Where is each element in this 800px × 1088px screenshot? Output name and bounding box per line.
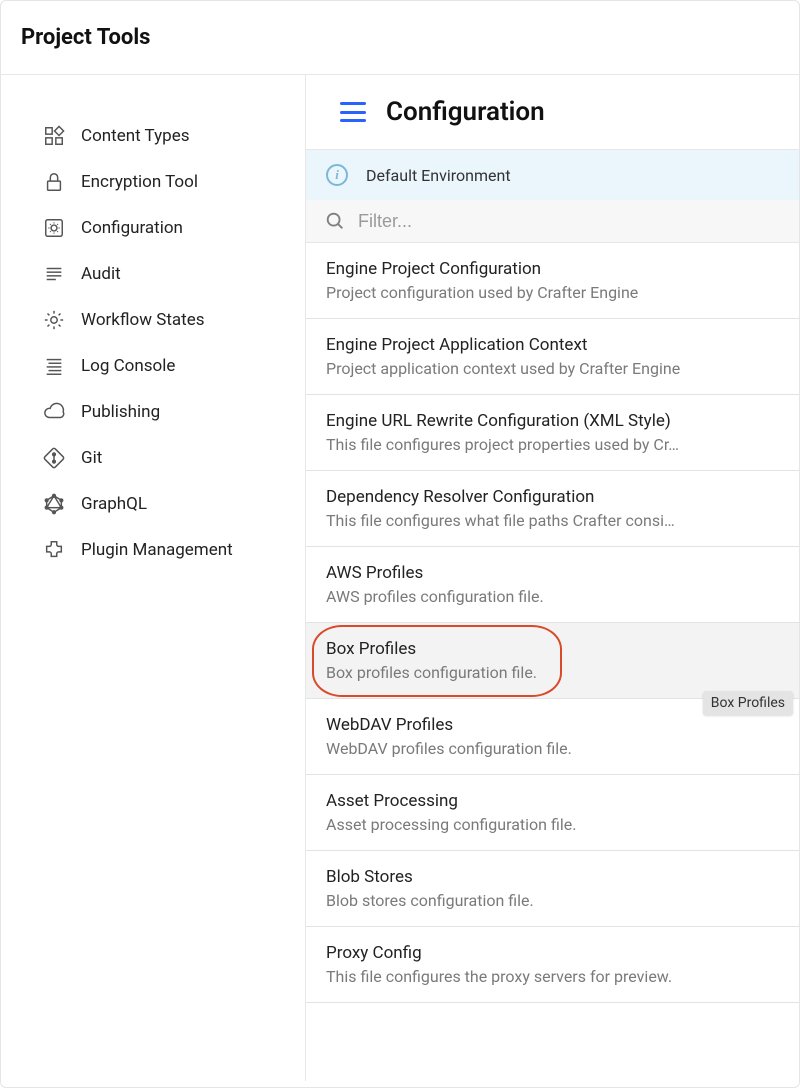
sidebar-item-publishing[interactable]: Publishing — [1, 389, 305, 435]
main-title: Configuration — [386, 97, 545, 127]
app-frame: Project Tools Content Types Encryption T… — [0, 0, 800, 1088]
config-list[interactable]: Engine Project Configuration Project conf… — [306, 243, 799, 1081]
log-icon — [43, 355, 65, 377]
lock-icon — [43, 171, 65, 193]
filter-input[interactable] — [358, 211, 781, 232]
environment-banner: i Default Environment — [306, 150, 799, 200]
menu-icon[interactable] — [340, 102, 366, 122]
sidebar-item-log-console[interactable]: Log Console — [1, 343, 305, 389]
sidebar-item-label: Configuration — [81, 218, 183, 238]
config-item-desc: Asset processing configuration file. — [326, 815, 779, 834]
sidebar-item-configuration[interactable]: Configuration — [1, 205, 305, 251]
config-item-desc: Project application context used by Craf… — [326, 359, 779, 378]
config-item-title: Engine Project Configuration — [326, 259, 779, 279]
config-item-title: Asset Processing — [326, 791, 779, 811]
config-list-item[interactable]: Proxy Config This file configures the pro… — [306, 927, 799, 1003]
sidebar-item-graphql[interactable]: GraphQL — [1, 481, 305, 527]
graphql-icon — [43, 493, 65, 515]
config-item-title: Dependency Resolver Configuration — [326, 487, 779, 507]
config-item-title: Engine URL Rewrite Configuration (XML St… — [326, 411, 779, 431]
config-item-title: Proxy Config — [326, 943, 779, 963]
config-item-title: AWS Profiles — [326, 563, 779, 583]
config-item-desc: AWS profiles configuration file. — [326, 587, 779, 606]
info-icon: i — [326, 164, 348, 186]
search-icon — [324, 210, 346, 232]
sidebar-item-label: Audit — [81, 264, 121, 284]
sidebar-item-audit[interactable]: Audit — [1, 251, 305, 297]
config-icon — [43, 217, 65, 239]
config-item-title: Engine Project Application Context — [326, 335, 779, 355]
filter-row — [306, 200, 799, 243]
plugin-icon — [43, 539, 65, 561]
main-panel: Configuration i Default Environment Engi… — [306, 75, 799, 1081]
sidebar-item-workflow-states[interactable]: Workflow States — [1, 297, 305, 343]
config-item-title: Box Profiles — [326, 639, 779, 659]
lines-icon — [43, 263, 65, 285]
config-list-item[interactable]: Engine URL Rewrite Configuration (XML St… — [306, 395, 799, 471]
sidebar-item-label: Log Console — [81, 356, 175, 376]
config-item-desc: Blob stores configuration file. — [326, 891, 779, 910]
config-item-title: Blob Stores — [326, 867, 779, 887]
main-header: Configuration — [306, 75, 799, 150]
tooltip: Box Profiles — [703, 691, 793, 715]
config-item-desc: Project configuration used by Crafter En… — [326, 283, 779, 302]
config-item-desc: This file configures the proxy servers f… — [326, 967, 779, 986]
environment-label: Default Environment — [366, 166, 511, 185]
config-item-desc: WebDAV profiles configuration file. — [326, 739, 779, 758]
config-list-item[interactable]: Engine Project Configuration Project conf… — [306, 243, 799, 319]
page-body: Content Types Encryption Tool Configurat… — [1, 75, 799, 1081]
sidebar-item-label: Plugin Management — [81, 540, 233, 560]
sidebar-item-plugin-management[interactable]: Plugin Management — [1, 527, 305, 573]
config-list-item[interactable]: Dependency Resolver Configuration This fi… — [306, 471, 799, 547]
sidebar-item-encryption-tool[interactable]: Encryption Tool — [1, 159, 305, 205]
sidebar-item-content-types[interactable]: Content Types — [1, 113, 305, 159]
cloud-icon — [43, 401, 65, 423]
config-list-item[interactable]: AWS Profiles AWS profiles configuration f… — [306, 547, 799, 623]
sidebar-item-label: Git — [81, 448, 102, 468]
config-item-desc: This file configures what file paths Cra… — [326, 511, 779, 530]
config-item-title: WebDAV Profiles — [326, 715, 779, 735]
config-item-desc: Box profiles configuration file. — [326, 663, 779, 682]
sidebar-item-label: Encryption Tool — [81, 172, 198, 192]
page-header: Project Tools — [1, 1, 799, 75]
config-list-item[interactable]: Box Profiles Box profiles configuration f… — [306, 623, 799, 699]
sidebar-item-git[interactable]: Git — [1, 435, 305, 481]
grid-icon — [43, 125, 65, 147]
gear-icon — [43, 309, 65, 331]
page-title: Project Tools — [21, 25, 779, 50]
sidebar-item-label: Publishing — [81, 402, 160, 422]
sidebar: Content Types Encryption Tool Configurat… — [1, 75, 306, 1081]
git-icon — [43, 447, 65, 469]
config-item-desc: This file configures project properties … — [326, 435, 779, 454]
sidebar-item-label: Content Types — [81, 126, 189, 146]
config-list-item[interactable]: Engine Project Application Context Projec… — [306, 319, 799, 395]
sidebar-item-label: Workflow States — [81, 310, 205, 330]
config-list-item[interactable]: Blob Stores Blob stores configuration fil… — [306, 851, 799, 927]
sidebar-item-label: GraphQL — [81, 494, 147, 514]
config-list-item[interactable]: Asset Processing Asset processing configu… — [306, 775, 799, 851]
